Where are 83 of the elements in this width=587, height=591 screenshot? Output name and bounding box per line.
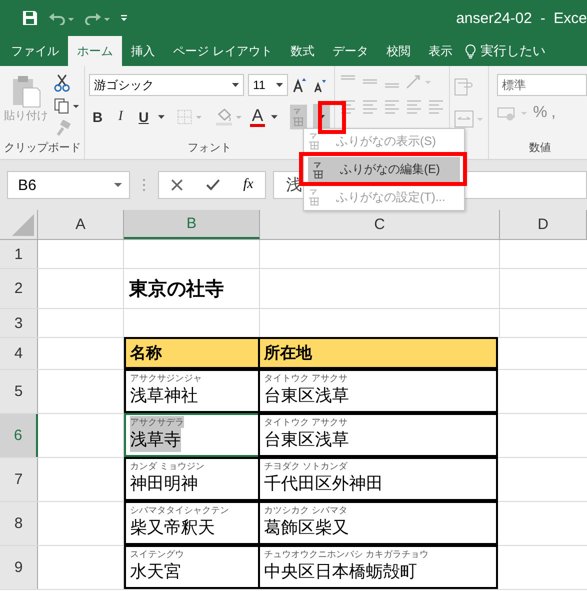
horizontal-align-icon[interactable] xyxy=(405,98,423,114)
row-header[interactable]: 4 xyxy=(0,338,38,369)
group-label: フォント xyxy=(188,141,232,155)
row-header[interactable]: 5 xyxy=(0,370,38,413)
ribbon-tab[interactable]: ホーム xyxy=(68,36,122,66)
ribbon-tab[interactable]: 表示 xyxy=(419,36,462,66)
save-icon[interactable] xyxy=(22,10,38,26)
customize-caret-icon[interactable] xyxy=(120,14,128,22)
table-cell[interactable]: アサクサジンジャ 浅草神社 xyxy=(124,369,260,413)
horizontal-align-icon[interactable] xyxy=(339,98,357,114)
clipboard-icon xyxy=(11,74,41,108)
font-size-field[interactable]: 11 xyxy=(248,74,288,96)
underline-button[interactable]: U xyxy=(135,109,152,125)
caret-icon xyxy=(276,83,283,87)
redo-icon[interactable] xyxy=(84,11,110,25)
ribbon-tab[interactable]: 校閲 xyxy=(377,36,420,66)
phonetic-guide-icon xyxy=(312,160,326,178)
group-label: クリップボード xyxy=(4,140,81,155)
table-header-cell: 所在地 xyxy=(258,337,498,369)
table-cell[interactable]: シバマタタイシャクテン 柴又帝釈天 xyxy=(124,501,260,545)
table-cell[interactable]: カンダ ミョウジン 神田明神 xyxy=(124,457,260,501)
copy-icon[interactable] xyxy=(54,98,80,114)
caret-icon[interactable] xyxy=(158,115,165,119)
tell-me-field[interactable]: 実行したい xyxy=(461,36,546,66)
sheet-title: 東京の社寺 xyxy=(129,278,224,302)
table-cell: チュウオウクニホンバシ カキガラチョウ 中央区日本橋蛎殻町 xyxy=(258,545,498,589)
row-header[interactable]: 2 xyxy=(0,269,38,308)
ribbon-tab[interactable]: データ xyxy=(323,36,378,66)
ribbon-tab[interactable]: ページ レイアウト xyxy=(164,36,282,66)
ribbon-tab[interactable]: 挿入 xyxy=(122,36,164,66)
horizontal-align-icon[interactable] xyxy=(427,98,445,114)
row-header[interactable]: 8 xyxy=(0,502,38,545)
borders-icon[interactable] xyxy=(176,109,204,125)
row-header[interactable]: 6 xyxy=(0,414,38,457)
scissors-icon[interactable] xyxy=(54,74,70,92)
table-header-cell: 名称 xyxy=(124,337,260,369)
select-all-icon[interactable] xyxy=(12,214,34,236)
row-header[interactable]: 3 xyxy=(0,309,38,337)
phonetic-guide-icon xyxy=(308,132,322,150)
ribbon-tab[interactable]: ファイル xyxy=(2,36,68,66)
undo-icon[interactable] xyxy=(48,11,74,25)
row-header[interactable]: 9 xyxy=(0,546,38,589)
wrap-text-icon[interactable] xyxy=(454,78,474,96)
row-header[interactable]: 7 xyxy=(0,458,38,501)
checkmark-icon[interactable] xyxy=(206,179,220,191)
grow-font-icon[interactable] xyxy=(292,77,308,93)
currency-icon[interactable] xyxy=(497,105,529,121)
horizontal-align-icon[interactable] xyxy=(383,98,401,114)
font-color-button[interactable]: A xyxy=(250,108,266,126)
ribbon-tab[interactable]: 数式 xyxy=(281,36,324,66)
fill-color-icon[interactable] xyxy=(215,108,244,126)
caret-icon[interactable] xyxy=(271,115,278,119)
highlight-frame xyxy=(318,101,346,134)
orientation-icon[interactable] xyxy=(405,74,433,90)
table-cell: タイトウク アサクサ 台東区浅草 xyxy=(258,369,498,413)
table-cell[interactable]: アサクサデラ 浅草寺 xyxy=(124,413,260,457)
font-name-field[interactable]: 游ゴシック xyxy=(89,74,244,96)
table-cell: カツシカク シバマタ 葛飾区柴又 xyxy=(258,501,498,545)
phonetic-guide-icon[interactable] xyxy=(290,104,307,130)
group-label: 数値 xyxy=(529,141,551,155)
caret-icon xyxy=(232,83,239,87)
lightbulb-icon xyxy=(465,44,476,58)
caret-icon xyxy=(114,183,122,187)
table-cell[interactable]: スイテングウ 水天宮 xyxy=(124,545,260,589)
table-cell: チヨダク ソトカンダ 千代田区外神田 xyxy=(258,457,498,501)
phonetic-guide-icon xyxy=(308,188,322,206)
italic-button[interactable]: I xyxy=(112,109,130,125)
merge-cells-icon[interactable] xyxy=(454,110,484,128)
number-format-field[interactable]: 標準 xyxy=(497,74,587,96)
format-painter-icon[interactable] xyxy=(54,120,72,136)
table-cell: タイトウク アサクサ 台東区浅草 xyxy=(258,413,498,457)
window-title: anser24-02 - Exce xyxy=(456,10,587,26)
bold-button[interactable]: B xyxy=(89,109,106,125)
name-box[interactable]: B6 xyxy=(7,171,130,199)
column-header[interactable]: B xyxy=(124,210,260,239)
grip-icon xyxy=(142,178,146,192)
horizontal-align-icon[interactable] xyxy=(361,98,379,114)
column-header[interactable]: D xyxy=(500,210,587,239)
insert-function-button[interactable]: fx xyxy=(243,177,254,193)
shrink-font-icon[interactable] xyxy=(312,77,328,93)
cancel-icon[interactable] xyxy=(170,179,183,191)
menu-item[interactable]: ふりがなの編集(E) xyxy=(308,157,460,182)
row-header[interactable]: 1 xyxy=(0,240,38,268)
